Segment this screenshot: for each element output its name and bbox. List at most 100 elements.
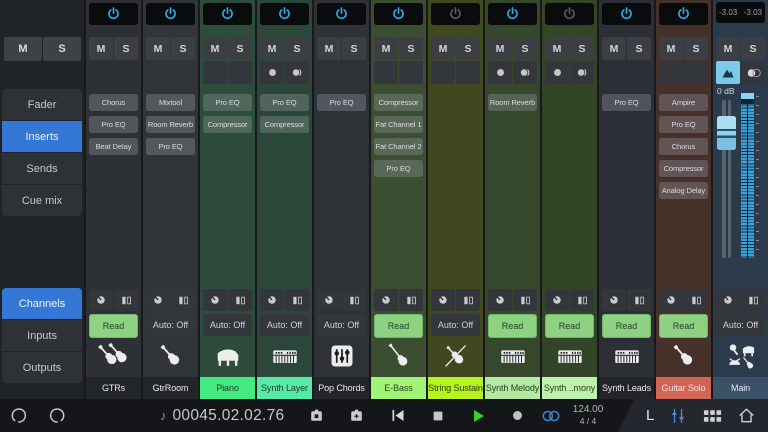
marker-button[interactable] [303,399,329,432]
record-arm-button[interactable] [431,61,455,84]
channel-name-tag[interactable]: Piano [200,377,255,399]
channel-name-tag[interactable]: E-Bass [371,377,426,399]
insert-slot-room-reverb[interactable]: Room Reverb [146,116,195,133]
channel-name-tag[interactable]: Synth Melody [485,377,540,399]
time-display[interactable]: ♪ 00045.02.02.76 [160,399,284,432]
return-to-start-button[interactable] [385,399,411,432]
pan-knob-button[interactable] [716,289,740,311]
sidebar-item-inserts[interactable]: Inserts [2,121,82,152]
pan-knob-button[interactable] [146,289,170,311]
mute-button[interactable]: M [659,37,683,60]
solo-button[interactable]: S [228,37,252,60]
insert-slot-compressor[interactable]: Compressor [374,94,423,111]
automation-mode-button[interactable]: Auto: Off [203,314,252,336]
redo-button[interactable] [42,399,68,432]
solo-button[interactable]: S [456,37,480,60]
insert-slot-compressor[interactable]: Compressor [659,160,708,177]
add-marker-button[interactable] [343,399,369,432]
channel-power-button[interactable] [545,3,594,25]
automation-mode-button[interactable]: Auto: Off [431,314,480,336]
record-arm-button[interactable] [203,61,227,84]
record-arm-button[interactable] [545,61,569,84]
monitor-button[interactable] [684,61,708,84]
pan-knob-button[interactable] [374,289,398,311]
pan-knob-button[interactable] [659,289,683,311]
pan-knob-button[interactable] [431,289,455,311]
insert-slot-fat-channel-2[interactable]: Fat Channel 2 [374,138,423,155]
channel-power-button[interactable] [203,3,252,25]
global-solo-button[interactable]: S [43,37,81,61]
mute-button[interactable]: M [203,37,227,60]
mute-button[interactable]: M [146,37,170,60]
channel-name-tag[interactable]: Synth ..mony [542,377,597,399]
automation-mode-button[interactable]: Auto: Off [716,314,765,336]
solo-button[interactable]: S [570,37,594,60]
insert-slot-pro-eq[interactable]: Pro EQ [146,138,195,155]
mixer-view-button[interactable] [668,407,688,425]
channel-name-tag[interactable]: String Sustain [428,377,483,399]
dual-pan-button[interactable] [399,289,423,311]
channel-power-button[interactable] [488,3,537,25]
mute-button[interactable]: M [374,37,398,60]
automation-mode-button[interactable]: Read [659,314,708,338]
channel-power-button[interactable] [260,3,309,25]
sidebar-item-channels[interactable]: Channels [2,288,82,319]
channel-name-tag[interactable]: Main [713,377,768,399]
solo-button[interactable]: S [684,37,708,60]
dual-pan-button[interactable] [741,289,765,311]
mute-button[interactable]: M [488,37,512,60]
mute-button[interactable]: M [602,37,626,60]
solo-button[interactable]: S [741,37,765,60]
play-button[interactable] [464,399,491,432]
fader-view-button[interactable] [716,61,740,84]
insert-slot-pro-eq[interactable]: Pro EQ [89,116,138,133]
monitor-button[interactable] [513,61,537,84]
channel-power-button[interactable] [317,3,366,25]
insert-slot-pro-eq[interactable]: Pro EQ [317,94,366,111]
insert-slot-pro-eq[interactable]: Pro EQ [602,94,651,111]
grid-view-button[interactable] [702,408,723,424]
solo-button[interactable]: S [513,37,537,60]
dual-pan-button[interactable] [513,289,537,311]
pan-knob-button[interactable] [203,289,227,311]
channel-name-tag[interactable]: GtrRoom [143,377,198,399]
channel-name-tag[interactable]: Pop Chords [314,377,369,399]
channel-power-button[interactable] [602,3,651,25]
undo-button[interactable] [8,399,34,432]
monitor-button[interactable] [285,61,309,84]
monitor-button[interactable] [570,61,594,84]
insert-slot-mixtool[interactable]: Mixtool [146,94,195,111]
mute-button[interactable]: M [317,37,341,60]
mute-button[interactable]: M [431,37,455,60]
channel-name-tag[interactable]: Guitar Solo [656,377,711,399]
automation-mode-button[interactable]: Read [488,314,537,338]
insert-slot-chorus[interactable]: Chorus [89,94,138,111]
channel-power-button[interactable] [374,3,423,25]
automation-mode-button[interactable]: Read [545,314,594,338]
dual-pan-button[interactable] [456,289,480,311]
insert-slot-pro-eq[interactable]: Pro EQ [260,94,309,111]
channel-power-button[interactable] [431,3,480,25]
pan-knob-button[interactable] [488,289,512,311]
tempo-display[interactable]: 124.00 4 / 4 [562,399,614,432]
automation-mode-button[interactable]: Auto: Off [317,314,366,336]
pan-knob-button[interactable] [602,289,626,311]
automation-mode-button[interactable]: Auto: Off [260,314,309,336]
record-arm-button[interactable] [374,61,398,84]
pan-knob-button[interactable] [89,289,113,311]
insert-slot-ampire[interactable]: Ampire [659,94,708,111]
pan-knob-button[interactable] [260,289,284,311]
insert-slot-fat-channel-1[interactable]: Fat Channel 1 [374,116,423,133]
sidebar-item-inputs[interactable]: Inputs [2,320,82,351]
solo-button[interactable]: S [171,37,195,60]
automation-mode-button[interactable]: Auto: Off [146,314,195,336]
sidebar-item-fader[interactable]: Fader [2,89,82,120]
solo-button[interactable]: S [627,37,651,60]
insert-slot-compressor[interactable]: Compressor [260,116,309,133]
channel-name-tag[interactable]: GTRs [86,377,141,399]
automation-mode-button[interactable]: Read [374,314,423,338]
automation-mode-button[interactable]: Read [89,314,138,338]
channel-power-button[interactable] [89,3,138,25]
channel-name-tag[interactable]: Synth Layer [257,377,312,399]
automation-mode-button[interactable]: Read [602,314,651,338]
